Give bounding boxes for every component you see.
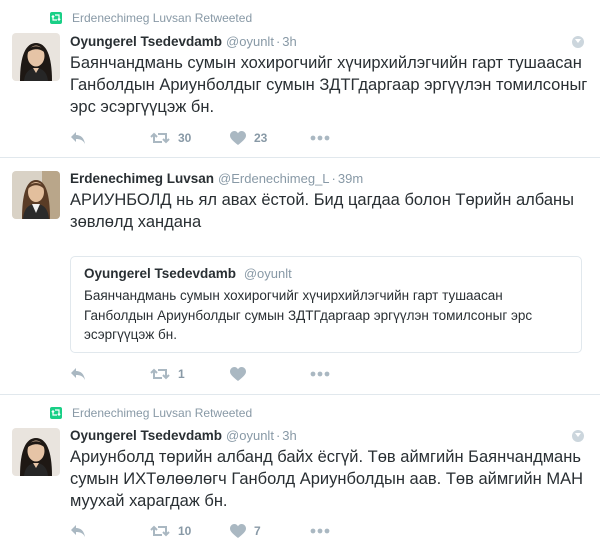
more-icon bbox=[310, 135, 330, 141]
tweet-header: Oyungerel Tsedevdamb @oyunlt · 3h bbox=[70, 428, 297, 443]
more-button[interactable] bbox=[310, 135, 330, 141]
display-name[interactable]: Oyungerel Tsedevdamb bbox=[70, 34, 222, 49]
quoted-user-handle: @oyunlt bbox=[243, 266, 292, 281]
retweet-count: 10 bbox=[178, 524, 192, 538]
like-count: 7 bbox=[254, 524, 261, 538]
retweet-count: 30 bbox=[178, 131, 192, 145]
tweet-header: Oyungerel Tsedevdamb @oyunlt · 3h bbox=[70, 34, 297, 49]
avatar[interactable] bbox=[12, 171, 60, 219]
user-handle[interactable]: @oyunlt bbox=[226, 34, 274, 49]
avatar[interactable] bbox=[12, 428, 60, 476]
reply-button[interactable] bbox=[70, 367, 150, 381]
tweet-header: Erdenechimeg Luvsan @Erdenechimeg_L · 39… bbox=[70, 171, 363, 186]
tweet-text: Ариунболд төрийн албанд байх ёсгүй. Төв … bbox=[70, 448, 583, 510]
heart-icon bbox=[230, 366, 246, 381]
caret-down-icon[interactable] bbox=[572, 36, 584, 48]
reply-button[interactable] bbox=[70, 524, 150, 538]
display-name[interactable]: Erdenechimeg Luvsan bbox=[70, 171, 214, 186]
retweet-icon bbox=[150, 368, 170, 380]
more-button[interactable] bbox=[310, 371, 330, 377]
quoted-tweet-header: Oyungerel Tsedevdamb @oyunlt bbox=[84, 266, 292, 281]
retweet-button[interactable]: 10 bbox=[150, 524, 230, 538]
retweeted-icon bbox=[50, 407, 62, 419]
separator: · bbox=[275, 428, 281, 443]
retweet-context: Erdenechimeg Luvsan Retweeted bbox=[50, 11, 252, 25]
more-icon bbox=[310, 371, 330, 377]
retweet-button[interactable]: 30 bbox=[150, 131, 230, 145]
display-name[interactable]: Oyungerel Tsedevdamb bbox=[70, 428, 222, 443]
user-handle[interactable]: @Erdenechimeg_L bbox=[218, 171, 329, 186]
retweet-icon bbox=[150, 525, 170, 537]
avatar[interactable] bbox=[12, 33, 60, 81]
tweet[interactable]: Erdenechimeg Luvsan Retweeted Oyungerel … bbox=[0, 0, 600, 157]
user-handle[interactable]: @oyunlt bbox=[226, 428, 274, 443]
retweet-icon bbox=[150, 132, 170, 144]
timestamp[interactable]: 39m bbox=[338, 171, 363, 186]
tweet-text: Баянчандмань сумын хохирогчийг хүчирхийл… bbox=[70, 54, 588, 116]
tweet[interactable]: Erdenechimeg Luvsan @Erdenechimeg_L · 39… bbox=[0, 158, 600, 394]
reply-icon bbox=[71, 132, 85, 144]
tweet-actions: 1 bbox=[70, 364, 330, 384]
tweet-actions: 10 7 bbox=[70, 521, 330, 541]
retweet-context-label: Erdenechimeg Luvsan Retweeted bbox=[72, 11, 253, 25]
quoted-tweet-text: Баянчандмань сумын хохирогчийг хүчирхийл… bbox=[84, 288, 533, 342]
more-icon bbox=[310, 528, 330, 534]
retweeted-icon bbox=[50, 12, 62, 24]
timestamp[interactable]: 3h bbox=[282, 428, 296, 443]
timestamp[interactable]: 3h bbox=[282, 34, 296, 49]
quoted-tweet[interactable]: Oyungerel Tsedevdamb @oyunlt Баянчандман… bbox=[70, 256, 582, 353]
retweet-context: Erdenechimeg Luvsan Retweeted bbox=[50, 406, 252, 420]
caret-down-icon[interactable] bbox=[572, 430, 584, 442]
separator: · bbox=[331, 171, 336, 186]
retweet-context-label: Erdenechimeg Luvsan Retweeted bbox=[72, 406, 253, 420]
like-button[interactable] bbox=[230, 366, 310, 382]
separator: · bbox=[275, 34, 281, 49]
tweet[interactable]: Erdenechimeg Luvsan Retweeted Oyungerel … bbox=[0, 395, 600, 551]
like-count: 23 bbox=[254, 131, 268, 145]
reply-button[interactable] bbox=[70, 131, 150, 145]
tweet-text: АРИУНБОЛД нь ял авах ёстой. Бид цагдаа б… bbox=[70, 191, 574, 231]
more-button[interactable] bbox=[310, 528, 330, 534]
reply-icon bbox=[71, 525, 85, 537]
heart-icon bbox=[230, 130, 246, 145]
quoted-display-name: Oyungerel Tsedevdamb bbox=[84, 266, 237, 281]
like-button[interactable]: 7 bbox=[230, 523, 310, 539]
like-button[interactable]: 23 bbox=[230, 130, 310, 146]
retweet-button[interactable]: 1 bbox=[150, 367, 230, 381]
heart-icon bbox=[230, 523, 246, 538]
retweet-count: 1 bbox=[178, 367, 185, 381]
reply-icon bbox=[71, 368, 85, 380]
tweet-actions: 30 23 bbox=[70, 128, 330, 148]
